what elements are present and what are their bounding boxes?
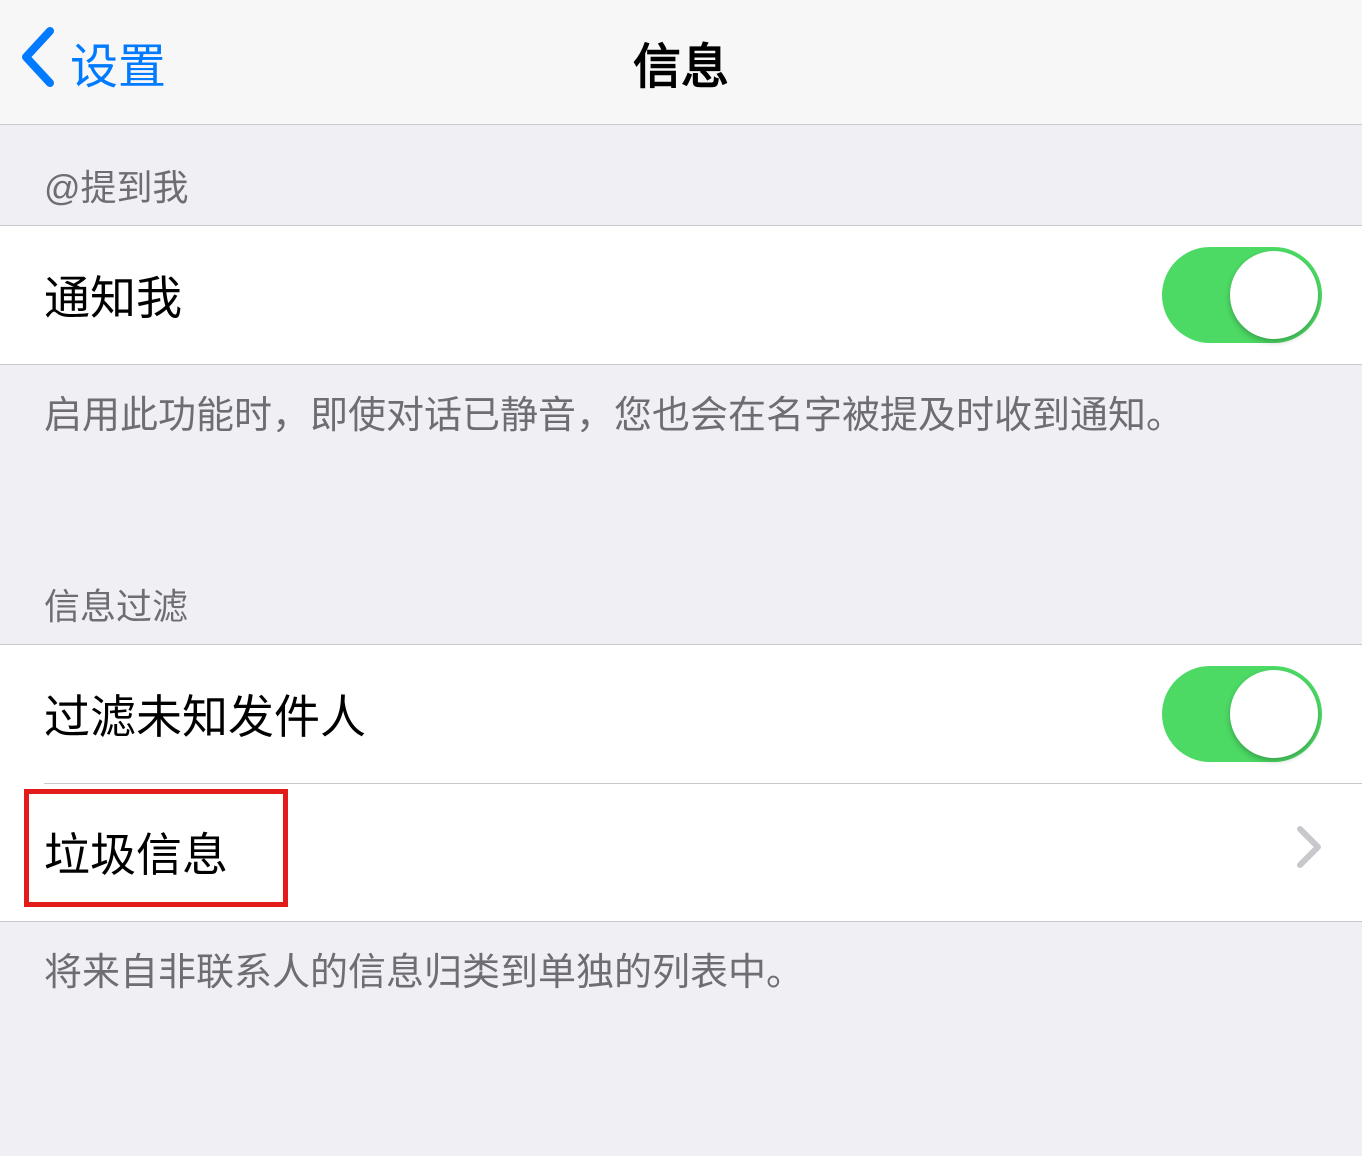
cell-group-filter: 过滤未知发件人 垃圾信息 [0,644,1362,922]
toggle-knob [1230,670,1318,758]
page-title: 信息 [633,27,729,97]
chevron-left-icon [20,27,56,97]
toggle-knob [1230,251,1318,339]
section-header-filter: 信息过滤 [0,540,1362,644]
chevron-right-icon [1296,825,1322,879]
section-header-mention: @提到我 [0,125,1362,225]
cell-notify-me: 通知我 [0,226,1362,364]
nav-bar: 设置 信息 [0,0,1362,125]
toggle-filter-unknown[interactable] [1162,666,1322,762]
cell-label-notify-me: 通知我 [44,262,182,328]
cell-label-filter-unknown: 过滤未知发件人 [44,681,366,747]
toggle-notify-me[interactable] [1162,247,1322,343]
cell-junk-messages[interactable]: 垃圾信息 [0,783,1362,921]
cell-filter-unknown: 过滤未知发件人 [0,645,1362,783]
back-label: 设置 [70,27,166,97]
footer-mention: 启用此功能时，即使对话已静音，您也会在名字被提及时收到通知。 [0,365,1362,486]
cell-group-mention: 通知我 [0,225,1362,365]
back-button[interactable]: 设置 [0,27,166,97]
footer-filter: 将来自非联系人的信息归类到单独的列表中。 [0,922,1362,1043]
cell-label-junk: 垃圾信息 [44,819,228,885]
